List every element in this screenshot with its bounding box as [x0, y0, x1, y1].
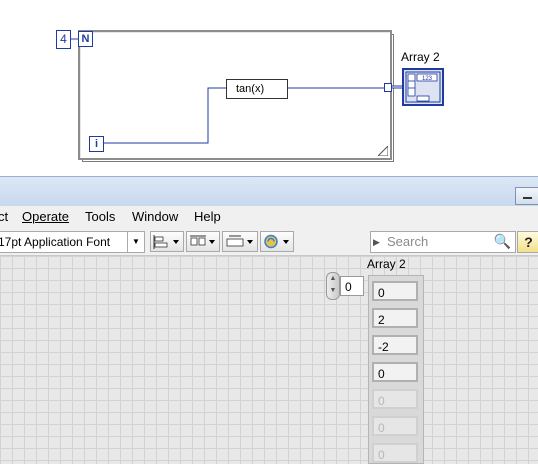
- array-element-empty: 0: [372, 443, 418, 463]
- align-objects-icon: [153, 235, 179, 249]
- array-indicator-label: Array 2: [367, 257, 406, 271]
- resize-objects-icon: [226, 235, 253, 247]
- menu-bar: ct Operate Tools Window Help: [0, 206, 538, 228]
- array-element-empty: 0: [372, 389, 418, 409]
- menu-tools[interactable]: Tools: [85, 209, 115, 224]
- decrement-arrow-icon[interactable]: ▼: [327, 285, 339, 297]
- tan-function-label: tan(x): [236, 83, 265, 95]
- font-selector-value: 17pt Application Font: [0, 235, 111, 249]
- menu-help[interactable]: Help: [194, 209, 221, 224]
- svg-text:123: 123: [422, 76, 433, 82]
- minimize-button[interactable]: [515, 187, 538, 205]
- block-diagram: 4 N i tan(x) Array 2 123: [0, 0, 538, 176]
- increment-arrow-icon[interactable]: ▲: [327, 273, 339, 285]
- search-placeholder: Search: [387, 234, 429, 249]
- search-expand-icon[interactable]: ▶: [373, 232, 380, 252]
- array-element: 2: [372, 308, 418, 328]
- menu-window[interactable]: Window: [132, 209, 178, 224]
- reorder-icon: [264, 234, 289, 249]
- array-element: 0: [372, 362, 418, 382]
- menu-operate[interactable]: Operate: [22, 209, 69, 224]
- loop-count-constant[interactable]: 4: [56, 30, 71, 49]
- tan-function-node[interactable]: tan(x): [226, 79, 288, 99]
- index-display[interactable]: 0: [340, 276, 364, 296]
- resize-objects-button[interactable]: [222, 231, 258, 252]
- menu-project[interactable]: ct: [0, 209, 8, 224]
- context-help-button[interactable]: ?: [517, 231, 538, 253]
- minimize-icon: [523, 197, 532, 199]
- font-selector[interactable]: 17pt Application Font ▼: [0, 231, 145, 253]
- search-input[interactable]: ▶ Search 🔍: [370, 231, 516, 253]
- search-icon[interactable]: 🔍: [494, 233, 511, 250]
- array-element: -2: [372, 335, 418, 355]
- help-icon: ?: [524, 234, 533, 250]
- array-element-empty: 0: [372, 416, 418, 436]
- array-terminal-icon: 123: [405, 71, 441, 103]
- front-panel-grid: [0, 256, 538, 464]
- auto-index-tunnel[interactable]: [384, 83, 392, 92]
- array-indicator-label: Array 2: [401, 50, 440, 64]
- menu-operate-label: Operate: [22, 209, 69, 224]
- array-element: 0: [372, 281, 418, 301]
- window-title-bar[interactable]: [0, 176, 538, 207]
- array-indicator-terminal[interactable]: 123: [402, 68, 444, 106]
- reorder-button[interactable]: [260, 231, 294, 252]
- chevron-down-icon: ▼: [127, 232, 144, 252]
- align-objects-button[interactable]: [150, 231, 184, 252]
- iteration-terminal[interactable]: i: [89, 136, 104, 152]
- loop-count-terminal[interactable]: N: [78, 31, 93, 47]
- distribute-objects-icon: [190, 235, 215, 246]
- distribute-objects-button[interactable]: [186, 231, 220, 252]
- index-stepper[interactable]: ▲ ▼: [326, 272, 340, 300]
